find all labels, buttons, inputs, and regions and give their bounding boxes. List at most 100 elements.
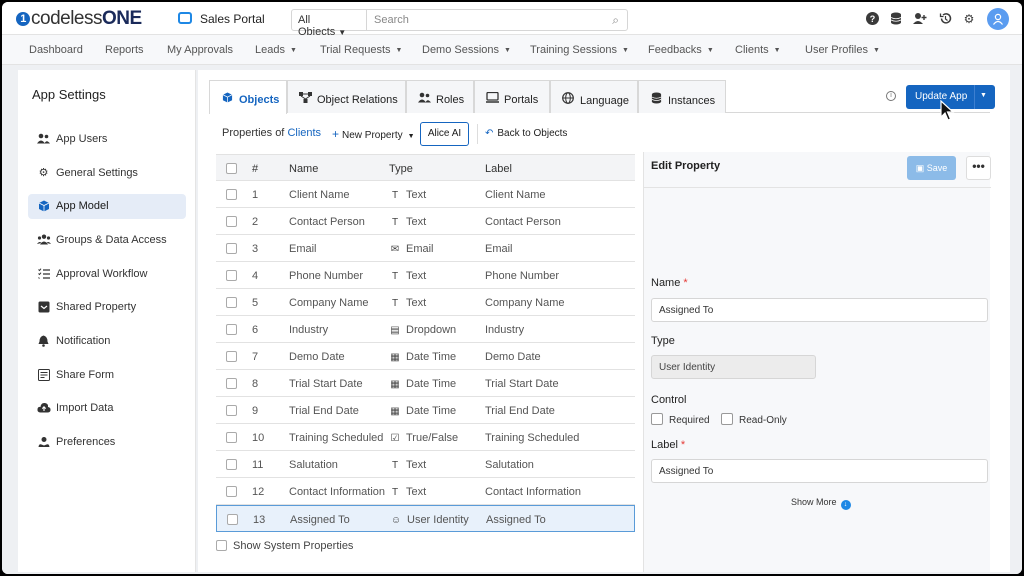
info-icon[interactable]: i [886,91,896,101]
more-options-button[interactable]: ••• [966,156,991,180]
table-row[interactable]: 6 Industry ▤ Dropdown Industry [216,316,635,343]
sidebar-item-general-settings[interactable]: ⚙ General Settings [28,161,186,186]
database-icon[interactable] [889,12,903,26]
back-to-objects-button[interactable]: ↶ Back to Objects [485,128,567,139]
header-label[interactable]: Label [485,163,512,175]
sidebar-item-label: Share Form [56,369,115,381]
table-row[interactable]: 10 Training Scheduled ☑ True/False Training … [216,424,635,451]
table-row[interactable]: 11 Salutation T Text Salutation [216,451,635,478]
nav-my-approvals[interactable]: My Approvals [167,44,233,56]
row-checkbox[interactable] [226,432,237,443]
row-number: 7 [252,351,259,363]
label-input[interactable]: Assigned To [651,459,988,483]
nav-leads[interactable]: Leads ▼ [255,44,297,56]
show-system-properties[interactable]: Show System Properties [216,540,353,552]
readonly-checkbox[interactable]: Read-Only [721,413,787,426]
tab-instances[interactable]: Instances [638,80,726,113]
table-row[interactable]: 8 Trial Start Date ▦ Date Time Trial Start D… [216,370,635,397]
table-row[interactable]: 13 Assigned To ☺ User Identity Assigned To [216,505,635,532]
table-row[interactable]: 3 Email ✉ Email Email [216,235,635,262]
sidebar-item-app-model[interactable]: App Model [28,194,186,219]
row-checkbox[interactable] [226,243,237,254]
row-name: Demo Date [289,351,345,363]
header-type[interactable]: Type [389,163,413,175]
row-checkbox[interactable] [226,216,237,227]
name-input[interactable]: Assigned To [651,298,988,322]
alice-ai-button[interactable]: Alice AI [420,122,469,146]
logo[interactable]: 1 codelessONE [16,8,142,30]
sidebar-item-shared-property[interactable]: Shared Property [28,295,186,320]
table-row[interactable]: 1 Client Name T Text Client Name [216,181,635,208]
row-number: 5 [252,297,259,309]
show-system-checkbox[interactable] [216,540,227,551]
nav-demo-sessions[interactable]: Demo Sessions ▼ [422,44,511,56]
sidebar-item-preferences[interactable]: Preferences [28,430,186,455]
show-more-button[interactable]: Show More ↓ [791,497,851,510]
sidebar-item-app-users[interactable]: App Users [28,127,186,152]
nav-user-profiles[interactable]: User Profiles ▼ [805,44,880,56]
tab-objects[interactable]: Objects [209,80,287,114]
row-checkbox[interactable] [226,270,237,281]
search-icon[interactable]: ⌕ [612,13,619,28]
tab-label: Instances [668,95,716,107]
new-property-button[interactable]: + New Property ▼ [332,127,415,141]
row-type-label: True/False [406,432,459,444]
chevron-down-icon: ▼ [407,133,415,140]
readonly-checkbox-box[interactable] [721,413,733,425]
nav-dashboard[interactable]: Dashboard [29,44,83,56]
help-icon[interactable]: ? [865,12,879,26]
object-filter-select[interactable]: All Objects ▼ [291,9,367,38]
sidebar-item-groups-data-access[interactable]: Groups & Data Access [28,228,186,253]
sidebar-item-notification[interactable]: Notification [28,329,186,354]
nav-reports[interactable]: Reports [105,44,144,56]
add-user-icon[interactable] [913,12,927,26]
row-checkbox[interactable] [226,459,237,470]
table-row[interactable]: 4 Phone Number T Text Phone Number [216,262,635,289]
required-checkbox-box[interactable] [651,413,663,425]
nav-feedbacks[interactable]: Feedbacks ▼ [648,44,714,56]
row-checkbox[interactable] [226,324,237,335]
row-checkbox[interactable] [227,514,238,525]
tab-portals[interactable]: Portals [474,80,550,113]
settings-icon[interactable]: ⚙ [962,12,976,26]
chevron-down-icon[interactable]: ▼ [980,92,987,99]
user-avatar-icon[interactable] [987,8,1009,30]
select-all-checkbox[interactable] [226,163,237,174]
table-row[interactable]: 12 Contact Information T Text Contact Inform… [216,478,635,505]
tab-language[interactable]: Language [550,80,638,113]
row-label: Contact Information [485,486,581,498]
row-checkbox[interactable] [226,486,237,497]
table-row[interactable]: 2 Contact Person T Text Contact Person [216,208,635,235]
table-row[interactable]: 7 Demo Date ▦ Date Time Demo Date [216,343,635,370]
header-name[interactable]: Name [289,163,318,175]
nav-clients[interactable]: Clients ▼ [735,44,781,56]
row-label: Industry [485,324,525,336]
row-checkbox[interactable] [226,378,237,389]
sidebar-item-import-data[interactable]: Import Data [28,396,186,421]
tab-roles[interactable]: Roles [406,80,474,113]
history-icon[interactable] [938,12,952,26]
chevron-down-icon: ▼ [706,47,714,54]
save-button[interactable]: ▣ Save [907,156,956,180]
search-input[interactable]: Search ⌕ [366,9,628,31]
row-checkbox[interactable] [226,351,237,362]
nav-trial-requests[interactable]: Trial Requests ▼ [320,44,402,56]
sidebar-item-share-form[interactable]: Share Form [28,363,186,388]
type-readonly-field: User Identity [651,355,816,379]
row-checkbox[interactable] [226,189,237,200]
text-icon: T [391,190,399,201]
table-row[interactable]: 9 Trial End Date ▦ Date Time Trial End Date [216,397,635,424]
class-name-link[interactable]: Clients [287,127,321,139]
row-checkbox[interactable] [226,405,237,416]
row-type: ▦ Date Time [389,378,456,390]
table-header: # Name Type Label [216,154,635,181]
row-checkbox[interactable] [226,297,237,308]
text-icon: T [391,487,399,498]
required-checkbox[interactable]: Required [651,413,710,426]
relations-icon [298,92,312,106]
nav-training-sessions[interactable]: Training Sessions ▼ [530,44,629,56]
sidebar-item-approval-workflow[interactable]: Approval Workflow [28,262,186,287]
app-title[interactable]: Sales Portal [200,12,265,26]
table-row[interactable]: 5 Company Name T Text Company Name [216,289,635,316]
tab-object-relations[interactable]: Object Relations [287,80,406,113]
